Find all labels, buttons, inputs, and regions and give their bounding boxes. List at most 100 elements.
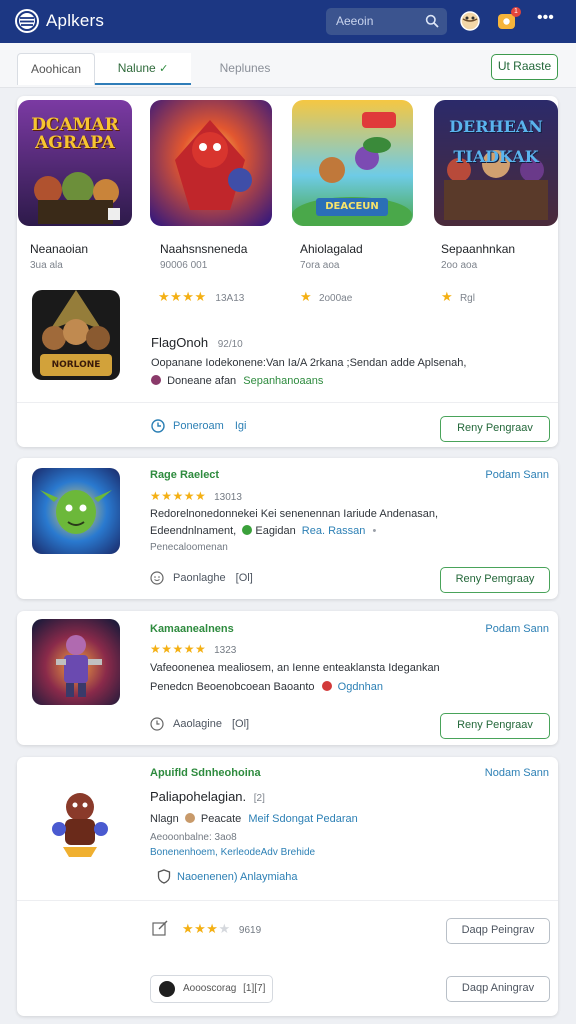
shield-icon	[157, 869, 171, 889]
star-rating: ★★★★★	[150, 642, 207, 656]
game-tile-3-text: DEACEUN	[325, 201, 379, 212]
list-item-1: Rage Raelect Podam Sann ★★★★★ 13013 Redo…	[17, 458, 558, 599]
list-item-2-button[interactable]: Reny Pengraav	[440, 713, 550, 739]
detail-link-2: Igi	[234, 420, 247, 432]
detail-title: FlagOnoh 92/10	[151, 335, 243, 350]
list-item-1-title[interactable]: Rage Raelect	[150, 469, 219, 481]
red-dot-icon	[321, 681, 332, 691]
notification-badge: 1	[511, 7, 521, 17]
game-4-rating: Rgl	[459, 293, 475, 304]
list-item-2-desc-2-text: Penedcn Beoenobcoean Baoanto	[150, 681, 315, 693]
list-item-1-desc-2b: Eagidan	[255, 525, 296, 537]
game-3-rating-row: ★ 2o00ae	[300, 289, 352, 305]
divider	[17, 900, 558, 901]
list-item-3-shield-text[interactable]: Naoenenen) Anlaymiaha	[177, 871, 297, 883]
game-tile-1[interactable]: DCAMAR AGRAPA	[18, 100, 132, 226]
list-item-3-right-link[interactable]: Nodam Sann	[457, 767, 549, 779]
list-item-1-rating-row: ★★★★★ 13013	[150, 489, 242, 503]
search-icon[interactable]	[425, 14, 439, 33]
game-tile-1-text: DCAMAR AGRAPA	[31, 115, 119, 153]
list-item-1-right-link[interactable]: Podam Sann	[457, 469, 549, 481]
detail-title-text: FlagOnoh	[151, 335, 209, 350]
empty-star-icon: ★	[218, 921, 231, 936]
list-item-1-thumbnail[interactable]	[32, 468, 120, 554]
list-item-3-line-1-link[interactable]: Meif Sdongat Pedaran	[248, 813, 357, 825]
game-3-title: Ahiolagalad	[300, 242, 363, 256]
detail-primary-button[interactable]: Reny Pengraav	[440, 416, 550, 442]
clock-icon	[151, 419, 165, 438]
list-item-1-button[interactable]: Reny Pemgraay	[440, 567, 550, 593]
game-1-title: Neanaoian	[30, 242, 89, 256]
list-item-2-rating-row: ★★★★★ 1323	[150, 642, 236, 656]
list-item-1-desc-link[interactable]: Rea. Rassan	[302, 525, 366, 537]
featured-card: DCAMAR AGRAPA Neanaoian 3ua ala Naahsnsn…	[17, 96, 558, 447]
list-item-3-heading: Paliapohelagian. [2]	[150, 789, 265, 804]
search-placeholder: Aeeoin	[336, 14, 374, 28]
list-item-2-title[interactable]: Kamaanealnens	[150, 623, 234, 635]
globe-icon[interactable]	[459, 10, 481, 32]
tag-dot-icon	[184, 813, 195, 823]
tag-dot-icon	[151, 375, 161, 385]
list-item-3-line-1a: Nlagn	[150, 813, 179, 825]
list-item-1-footer: Paonlaghe [Ol]	[173, 572, 253, 584]
game-tile-4-text: DERHEAN TIADKAK	[449, 117, 543, 166]
game-tile-2[interactable]	[150, 100, 272, 226]
list-item-2-right-link[interactable]: Podam Sann	[457, 623, 549, 635]
detail-thumbnail[interactable]: NORLONE	[32, 290, 120, 380]
header-action-button[interactable]: Ut Raaste	[491, 54, 558, 80]
game-2-sub: 90006 001	[160, 260, 208, 271]
tab-2[interactable]: Neplunes	[200, 53, 290, 85]
detail-tag-link[interactable]: Sepanhanoaans	[243, 375, 323, 387]
star-rating: ★	[441, 289, 454, 304]
list-item-3-line-1: Nlagn Peacate Meif Sdongat Pedaran	[150, 813, 358, 825]
notification-icon[interactable]: 1	[496, 7, 521, 32]
game-4-rating-row: ★ Rgl	[441, 289, 475, 305]
game-2-rating-row: ★★★★ 13A13	[158, 289, 244, 305]
list-item-2-desc-link[interactable]: Ogdnhan	[338, 681, 383, 693]
list-item-3-line-3[interactable]: Bonenenhoem, KerleodeAdv Brehide	[150, 847, 315, 858]
globe-logo-icon[interactable]	[15, 9, 39, 33]
list-item-2-desc-1: Vafeoonenea mealiosem, an Ienne enteakla…	[150, 662, 440, 674]
list-item-3-thumbnail[interactable]	[45, 785, 115, 859]
list-item-3-line-1b: Peacate	[200, 813, 242, 825]
detail-meta: 92/10	[217, 339, 243, 350]
game-tile-4[interactable]: DERHEAN TIADKAK	[434, 100, 558, 226]
list-item-3-button-2[interactable]: Daqp Aningrav	[446, 976, 550, 1002]
game-2-title: Naahsnsneneda	[160, 242, 248, 256]
detail-thumbnail-text: NORLONE	[51, 360, 101, 370]
tab-bar: Aoohican Nalune ✓ Neplunes Ut Raaste	[0, 43, 576, 88]
detail-link[interactable]: Poneroam Igi	[173, 420, 246, 432]
list-item-3-heading-text: Paliapohelagian.	[150, 789, 247, 804]
list-item-3-rating: 9619	[238, 925, 262, 936]
list-item-3-footer-chip[interactable]: Aoooscorag [1][7]	[150, 975, 273, 1003]
app-title: Aplkers	[46, 11, 105, 30]
star-rating: ★★★	[182, 921, 219, 936]
list-item-1-desc-1: Redorelnonedonnekei Kei senenennan Iariu…	[150, 508, 439, 520]
tab-0[interactable]: Aoohican	[17, 53, 95, 85]
list-item-1-desc-tail: •	[372, 525, 377, 537]
search-box[interactable]: Aeeoin	[326, 8, 447, 35]
list-item-3-footer-chip-text: Aoooscorag [1][7]	[183, 983, 265, 994]
check-icon: ✓	[159, 63, 169, 75]
tab-1-label: Nalune	[117, 61, 156, 75]
list-item-3-line-2: Aeooonbalne: 3ao8	[150, 832, 237, 843]
more-menu-icon[interactable]: •••	[537, 9, 554, 27]
game-2-rating: 13A13	[215, 293, 245, 304]
list-item-2: Kamaanealnens Podam Sann ★★★★★ 1323 Vafe…	[17, 611, 558, 745]
game-tile-3[interactable]: DEACEUN	[292, 100, 413, 226]
list-item-3: Apuifld Sdnheohoina Nodam Sann Paliapohe…	[17, 757, 558, 1016]
edit-icon[interactable]	[152, 920, 168, 941]
detail-tag: Doneane afan	[167, 375, 237, 387]
tab-1[interactable]: Nalune ✓	[95, 53, 191, 85]
list-item-3-rating-row: ★★★★ 9619	[182, 921, 261, 937]
star-rating: ★★★★★	[150, 489, 207, 503]
game-4-title: Sepaanhnkan	[441, 242, 516, 256]
list-item-1-desc-2-text: Edeendnlnament,	[150, 525, 237, 537]
list-item-3-button[interactable]: Daqp Peingrav	[446, 918, 550, 944]
list-item-2-rating: 1323	[214, 645, 237, 656]
list-item-3-title[interactable]: Apuifld Sdnheohoina	[150, 767, 261, 779]
game-3-sub: 7ora aoa	[300, 260, 340, 271]
list-item-3-footer-text: Aoooscorag	[183, 983, 237, 994]
avatar	[159, 981, 175, 997]
list-item-2-thumbnail[interactable]	[32, 619, 120, 705]
